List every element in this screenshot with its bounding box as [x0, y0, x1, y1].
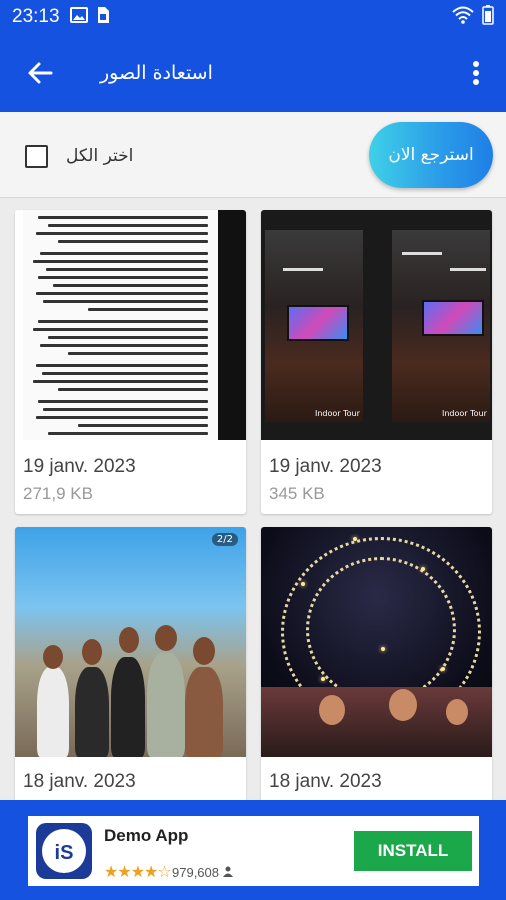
desk-panel-right: Indoor Tour [392, 230, 490, 422]
select-all-label[interactable]: اختر الكل [66, 146, 133, 166]
rating-stars: ★★★★☆ [104, 862, 172, 881]
wifi-icon [452, 6, 474, 28]
app-logo: iS [36, 823, 92, 879]
photo-size: 345 KB [269, 484, 325, 503]
photo-card[interactable]: 19 janv. 2023 271,9 KB [15, 210, 246, 514]
document-page [23, 210, 218, 440]
desk-panel-left: Indoor Tour [265, 230, 363, 422]
overflow-menu-button[interactable] [446, 34, 506, 112]
document-edge [218, 210, 246, 440]
back-button[interactable] [0, 34, 80, 112]
sim-icon [96, 6, 110, 28]
status-time: 23:13 [12, 6, 60, 27]
photo-card[interactable]: 2/2 18 janv. 2023 [15, 527, 246, 802]
ad-app-name: Demo App [104, 826, 189, 845]
page-count-badge: 2/2 [211, 533, 238, 546]
photo-thumbnail[interactable] [261, 527, 492, 757]
page-title: استعادة الصور [100, 62, 213, 84]
arrow-back-icon [28, 62, 53, 84]
photo-thumbnail[interactable]: Indoor Tour Indoor Tour [261, 210, 492, 440]
status-bar: 23:13 [0, 0, 506, 34]
more-vert-icon [473, 61, 479, 85]
photo-thumbnail[interactable] [15, 210, 246, 440]
photo-card[interactable]: 18 janv. 2023 [261, 527, 492, 802]
photo-date: 18 janv. 2023 [23, 771, 136, 792]
app-bar: استعادة الصور [0, 34, 506, 112]
photo-date: 19 janv. 2023 [269, 456, 382, 477]
install-button[interactable]: INSTALL [354, 831, 472, 871]
svg-text:iS: iS [55, 842, 74, 864]
image-icon [69, 7, 88, 27]
photo-date: 18 janv. 2023 [269, 771, 382, 792]
restore-button[interactable]: استرجع الان [369, 122, 493, 188]
photo-size: 271,9 KB [23, 484, 93, 503]
photo-thumbnail[interactable]: 2/2 [15, 527, 246, 757]
battery-icon [482, 5, 494, 29]
photo-date: 19 janv. 2023 [23, 456, 136, 477]
crowd [261, 687, 492, 757]
select-all-checkbox[interactable] [25, 145, 48, 168]
person-icon [222, 866, 233, 877]
photo-card[interactable]: Indoor Tour Indoor Tour 19 janv. 2023 34… [261, 210, 492, 514]
rating-count: 979,608 [172, 865, 233, 880]
